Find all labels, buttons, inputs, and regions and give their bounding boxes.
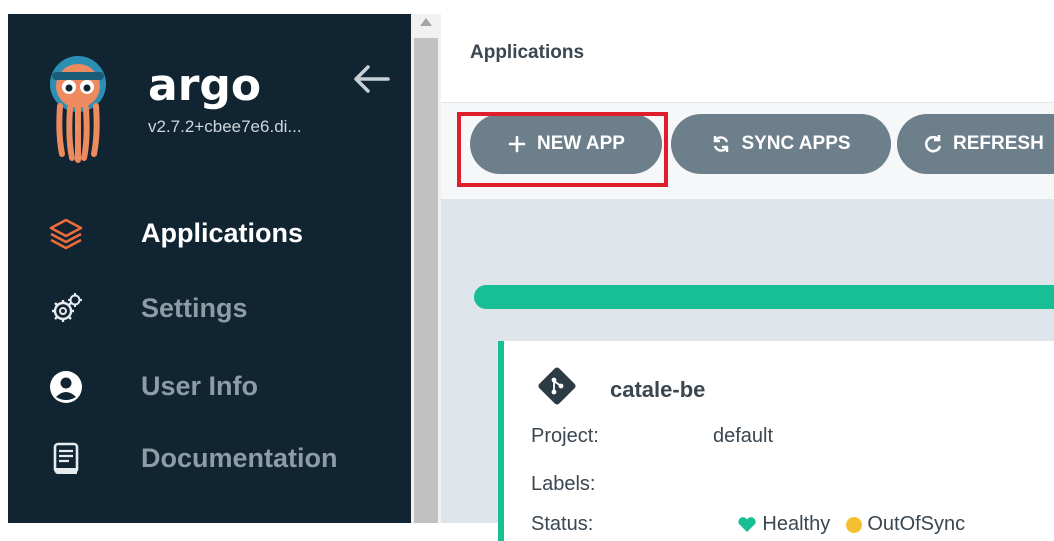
sync-status: OutOfSync xyxy=(867,513,966,535)
status-summary-bar[interactable] xyxy=(474,285,1054,309)
highlight-box xyxy=(457,112,668,187)
gears-icon xyxy=(52,293,82,322)
app-card[interactable]: catale-be Project: default Labels: Statu… xyxy=(498,341,1054,541)
refresh-label: REFRESH xyxy=(953,133,1044,154)
project-label: Project: xyxy=(531,425,599,447)
sidebar-item-label: Applications xyxy=(141,218,304,248)
labels-label: Labels: xyxy=(531,473,596,495)
app-name[interactable]: catale-be xyxy=(610,377,705,403)
applications-list: catale-be Project: default Labels: Statu… xyxy=(441,199,1054,541)
sync-apps-label: SYNC APPS xyxy=(741,133,851,154)
collapse-arrow-icon[interactable] xyxy=(348,61,392,97)
sidebar-item-label: User Info xyxy=(141,371,259,401)
scroll-up-arrow-icon[interactable] xyxy=(420,18,432,26)
sidebar-item-applications[interactable]: Applications xyxy=(48,212,378,256)
status-label: Status: xyxy=(531,513,594,535)
sidebar: argo v2.7.2+cbee7e6.di... Applications S… xyxy=(8,14,411,523)
layers-icon xyxy=(49,218,83,250)
sidebar-item-label: Documentation xyxy=(141,443,338,473)
git-icon xyxy=(538,367,576,405)
version-label: v2.7.2+cbee7e6.di... xyxy=(148,117,302,136)
sync-apps-button[interactable]: SYNC APPS xyxy=(671,114,891,174)
project-value: default xyxy=(713,425,774,447)
toolbar: NEW APP SYNC APPS REFRESH xyxy=(441,103,1054,199)
book-icon xyxy=(53,442,79,474)
refresh-button[interactable]: REFRESH xyxy=(897,114,1054,174)
heart-icon xyxy=(738,516,756,532)
page-title: Applications xyxy=(470,42,585,63)
argo-logo-icon[interactable] xyxy=(48,54,108,164)
brand-name: argo xyxy=(148,60,262,111)
sidebar-item-settings[interactable]: Settings xyxy=(48,287,378,331)
sync-icon xyxy=(714,136,729,152)
sidebar-item-label: Settings xyxy=(141,293,248,323)
scroll-thumb[interactable] xyxy=(414,38,438,523)
sidebar-item-documentation[interactable]: Documentation xyxy=(48,437,378,481)
sidebar-scrollbar[interactable] xyxy=(411,14,441,523)
sidebar-item-user-info[interactable]: User Info xyxy=(48,365,378,409)
health-status: Healthy xyxy=(762,513,831,535)
user-circle-icon xyxy=(50,371,82,403)
out-of-sync-icon xyxy=(845,516,862,533)
main-content: Applications NEW APP SYNC APPS REFRESH c… xyxy=(441,14,1054,541)
refresh-icon xyxy=(925,135,942,153)
status-row: Status: Healthy OutOfSync xyxy=(531,513,965,536)
